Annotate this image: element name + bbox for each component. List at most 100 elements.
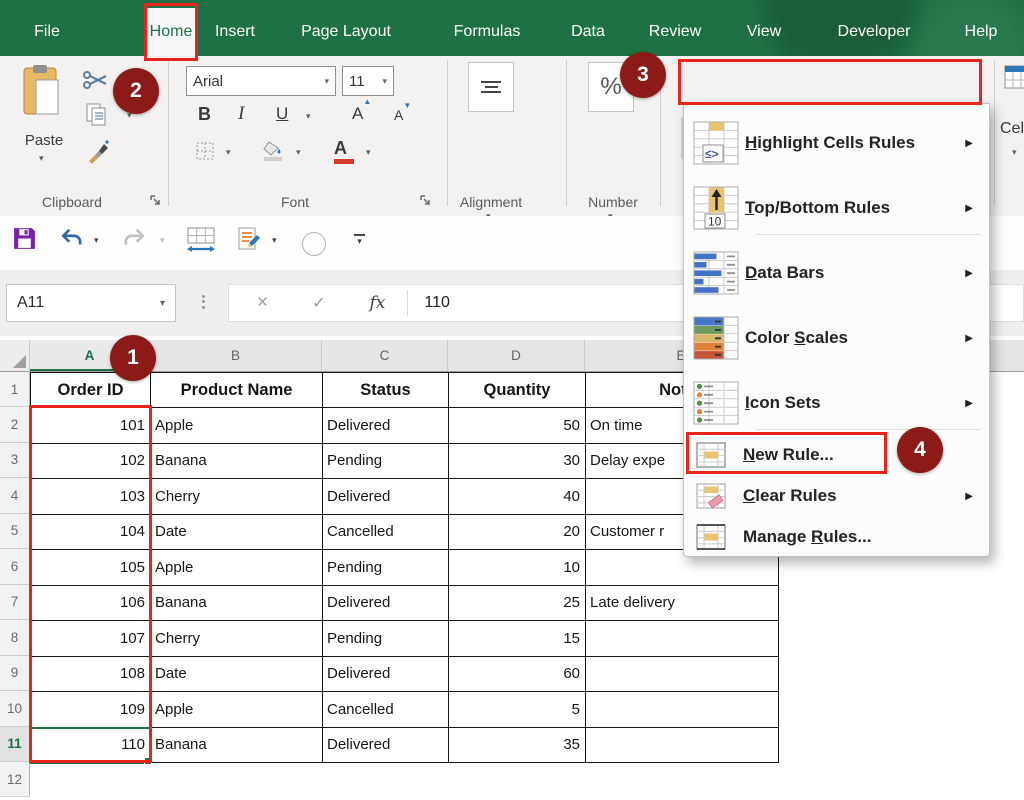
cancel-icon[interactable]: ×: [257, 292, 268, 314]
row-header-6[interactable]: 6: [0, 549, 30, 585]
column-header-B[interactable]: B: [150, 340, 322, 371]
clipboard-dialog-launcher-icon[interactable]: [150, 194, 162, 212]
fill-color-dropdown-icon[interactable]: ▾: [296, 148, 301, 157]
cell-C4[interactable]: Delivered: [323, 479, 449, 515]
underline-button[interactable]: U: [276, 104, 288, 124]
cell-D2[interactable]: 50: [449, 408, 586, 444]
menu-item-color-scales[interactable]: Color Scales ▶: [684, 309, 989, 367]
cell-D10[interactable]: 5: [449, 692, 586, 728]
cell-B8[interactable]: Cherry: [151, 621, 323, 657]
cell-E8[interactable]: [586, 621, 779, 657]
cell-B9[interactable]: Date: [151, 657, 323, 693]
shrink-font-button[interactable]: A▼: [394, 107, 403, 123]
edit-form-button[interactable]: [236, 226, 262, 257]
italic-button[interactable]: I: [238, 103, 244, 125]
undo-button[interactable]: [60, 228, 84, 253]
bold-button[interactable]: B: [198, 104, 211, 125]
borders-button[interactable]: [196, 142, 214, 165]
customize-toolbar-icon[interactable]: ▾: [354, 234, 365, 245]
column-width-button[interactable]: [186, 226, 216, 259]
cell-B2[interactable]: Apple: [151, 408, 323, 444]
edit-form-dropdown-icon[interactable]: ▾: [272, 236, 277, 245]
tab-help[interactable]: Help: [956, 8, 1006, 56]
row-header-4[interactable]: 4: [0, 478, 30, 514]
cells-button[interactable]: [1004, 64, 1024, 97]
cell-C10[interactable]: Cancelled: [323, 692, 449, 728]
menu-item-data-bars[interactable]: Data Bars ▶: [684, 244, 989, 302]
menu-item-top-bottom-rules[interactable]: 10 Top/Bottom Rules ▶: [684, 179, 989, 237]
save-button[interactable]: [12, 226, 37, 256]
formula-bar-resize-handle[interactable]: [202, 292, 205, 311]
row-header-10[interactable]: 10: [0, 691, 30, 727]
formula-bar-value[interactable]: 110: [424, 294, 450, 312]
row-header-11[interactable]: 11: [0, 727, 30, 763]
cell-C5[interactable]: Cancelled: [323, 515, 449, 551]
font-color-button[interactable]: A: [334, 138, 354, 164]
name-box-dropdown-icon[interactable]: ▾: [160, 298, 165, 309]
name-box[interactable]: A11 ▾: [6, 284, 176, 322]
cell-E9[interactable]: [586, 657, 779, 693]
cell-E10[interactable]: [586, 692, 779, 728]
cell-C3[interactable]: Pending: [323, 444, 449, 480]
cell-C6[interactable]: Pending: [323, 550, 449, 586]
undo-dropdown-icon[interactable]: ▾: [94, 236, 99, 245]
row-header-1[interactable]: 1: [0, 372, 30, 407]
borders-dropdown-icon[interactable]: ▾: [226, 148, 231, 157]
insert-function-icon[interactable]: fx: [370, 293, 386, 313]
paste-dropdown-icon[interactable]: ▾: [39, 154, 44, 163]
paste-button[interactable]: [22, 64, 62, 121]
cell-B5[interactable]: Date: [151, 515, 323, 551]
cell-E11[interactable]: [586, 728, 779, 764]
cell-B11[interactable]: Banana: [151, 728, 323, 764]
cell-E7[interactable]: Late delivery: [586, 586, 779, 622]
menu-item-highlight-cells-rules[interactable]: ≤> Highlight Cells Rules ▶: [684, 114, 989, 172]
tab-data[interactable]: Data: [561, 8, 615, 56]
cell-D5[interactable]: 20: [449, 515, 586, 551]
cell-D7[interactable]: 25: [449, 586, 586, 622]
column-header-C[interactable]: C: [322, 340, 448, 371]
row-header-2[interactable]: 2: [0, 407, 30, 443]
row-header-3[interactable]: 3: [0, 443, 30, 479]
cell-D8[interactable]: 15: [449, 621, 586, 657]
tab-review[interactable]: Review: [637, 8, 713, 56]
fill-color-button[interactable]: [262, 140, 286, 167]
alignment-button[interactable]: [468, 62, 514, 112]
tab-formulas[interactable]: Formulas: [441, 8, 533, 56]
menu-item-manage-rules[interactable]: Manage Rules...: [684, 518, 989, 556]
copy-button[interactable]: [84, 102, 110, 133]
cell-B10[interactable]: Apple: [151, 692, 323, 728]
cut-button[interactable]: [82, 66, 110, 99]
cell-B3[interactable]: Banana: [151, 444, 323, 480]
cell-D11[interactable]: 35: [449, 728, 586, 764]
cell-D9[interactable]: 60: [449, 657, 586, 693]
font-color-dropdown-icon[interactable]: ▾: [366, 148, 371, 157]
row-header-7[interactable]: 7: [0, 585, 30, 621]
cell-B7[interactable]: Banana: [151, 586, 323, 622]
cell-D6[interactable]: 10: [449, 550, 586, 586]
tab-page-layout[interactable]: Page Layout: [288, 8, 404, 56]
cell-C1[interactable]: Status: [323, 373, 449, 408]
cell-B4[interactable]: Cherry: [151, 479, 323, 515]
select-all-corner[interactable]: [0, 340, 30, 371]
row-header-8[interactable]: 8: [0, 620, 30, 656]
cell-C8[interactable]: Pending: [323, 621, 449, 657]
tab-view[interactable]: View: [737, 8, 791, 56]
underline-dropdown-icon[interactable]: ▾: [306, 112, 311, 121]
menu-item-icon-sets[interactable]: Icon Sets ▶: [684, 374, 989, 432]
cell-D4[interactable]: 40: [449, 479, 586, 515]
font-size-select[interactable]: 11 ▾: [342, 66, 394, 96]
row-header-12[interactable]: 12: [0, 762, 30, 797]
cells-dropdown-icon[interactable]: ▾: [1012, 148, 1017, 157]
row-header-9[interactable]: 9: [0, 656, 30, 692]
cell-C9[interactable]: Delivered: [323, 657, 449, 693]
grow-font-button[interactable]: A▲: [352, 104, 363, 124]
cell-B1[interactable]: Product Name: [151, 373, 323, 408]
cell-D3[interactable]: 30: [449, 444, 586, 480]
menu-item-clear-rules[interactable]: Clear Rules ▶: [684, 477, 989, 515]
cell-D1[interactable]: Quantity: [449, 373, 586, 408]
cell-B6[interactable]: Apple: [151, 550, 323, 586]
cell-C7[interactable]: Delivered: [323, 586, 449, 622]
font-dialog-launcher-icon[interactable]: [420, 194, 432, 212]
font-name-select[interactable]: Arial ▾: [186, 66, 336, 96]
row-header-5[interactable]: 5: [0, 514, 30, 550]
